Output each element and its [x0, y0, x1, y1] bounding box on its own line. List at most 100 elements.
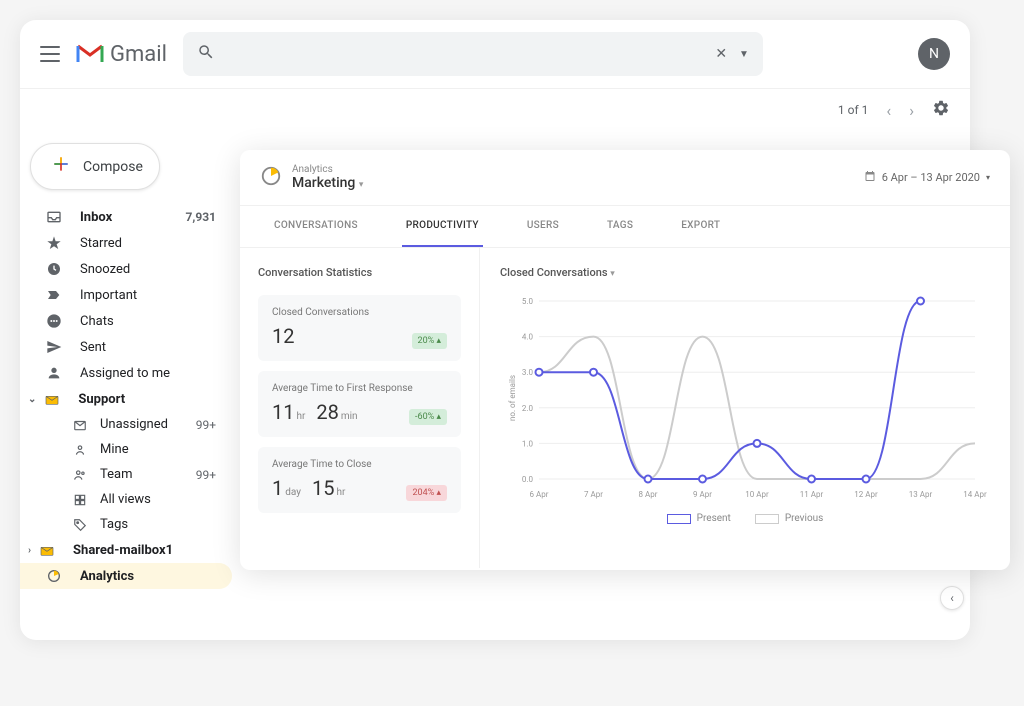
- sidebar-item-all-views[interactable]: All views: [20, 487, 232, 512]
- svg-text:3.0: 3.0: [522, 368, 534, 377]
- nav-icon: [44, 365, 64, 381]
- date-range-picker[interactable]: 6 Apr – 13 Apr 2020 ▾: [864, 170, 990, 185]
- svg-text:4.0: 4.0: [522, 333, 534, 342]
- panel-body: Conversation Statistics Closed Conversat…: [240, 248, 1010, 568]
- panel-header: Analytics Marketing ▾ 6 Apr – 13 Apr 202…: [240, 150, 1010, 206]
- nav-label: Shared-mailbox1: [73, 543, 173, 558]
- nav-icon: [44, 261, 64, 277]
- tab-conversations[interactable]: CONVERSATIONS: [270, 206, 362, 247]
- legend-present: Present: [667, 513, 731, 524]
- toolbar: 1 of 1 ‹ ›: [20, 89, 970, 131]
- stat-label: Average Time to Close: [272, 459, 447, 470]
- collapse-sidepanel-icon[interactable]: ‹: [940, 586, 964, 610]
- search-options-icon[interactable]: ▼: [739, 49, 749, 60]
- account-avatar[interactable]: N: [918, 38, 950, 70]
- tab-productivity[interactable]: PRODUCTIVITY: [402, 206, 483, 247]
- prev-page-icon[interactable]: ‹: [886, 101, 891, 120]
- stats-title: Conversation Statistics: [258, 266, 461, 279]
- page-info: 1 of 1: [838, 103, 868, 117]
- sidebar-item-assigned-to-me[interactable]: Assigned to me: [20, 360, 232, 386]
- settings-gear-icon[interactable]: [932, 99, 950, 121]
- sidebar-item-team[interactable]: Team99+: [20, 462, 232, 487]
- header: Gmail ✕ ▼ N: [20, 20, 970, 89]
- nav-icon: [44, 235, 64, 251]
- sidebar-item-shared-mailbox1[interactable]: › Shared-mailbox1: [20, 537, 232, 563]
- compose-label: Compose: [83, 159, 143, 175]
- chart-column: Closed Conversations ▾ 0.01.02.03.04.05.…: [480, 248, 1010, 568]
- nav-icon: [44, 339, 64, 355]
- svg-text:0.0: 0.0: [522, 475, 534, 484]
- sidebar-item-sent[interactable]: Sent: [20, 334, 232, 360]
- stats-column: Conversation Statistics Closed Conversat…: [240, 248, 480, 568]
- legend-previous: Previous: [755, 513, 824, 524]
- nav-label: Assigned to me: [80, 366, 170, 381]
- next-page-icon[interactable]: ›: [909, 101, 914, 120]
- sidebar-item-mine[interactable]: Mine: [20, 437, 232, 462]
- sidebar-item-support[interactable]: ⌄Support: [20, 386, 232, 412]
- tab-export[interactable]: EXPORT: [677, 206, 724, 247]
- nav-icon: [42, 391, 62, 407]
- chevron-down-icon: ⌄: [28, 394, 36, 405]
- line-chart: 0.01.02.03.04.05.0no. of emails6 Apr7 Ap…: [500, 293, 990, 503]
- stat-badge: -60% ▴: [409, 409, 447, 425]
- svg-text:7 Apr: 7 Apr: [584, 490, 603, 499]
- svg-text:10 Apr: 10 Apr: [745, 490, 769, 499]
- tab-users[interactable]: USERS: [523, 206, 563, 247]
- nav-label: Inbox: [80, 210, 112, 225]
- gmail-logo[interactable]: Gmail: [76, 42, 167, 67]
- search-icon: [197, 43, 215, 66]
- nav-icon: [70, 443, 90, 457]
- sidebar: Compose Inbox7,931Starred Snoozed Importan…: [20, 131, 240, 597]
- sidebar-item-important[interactable]: Important: [20, 282, 232, 308]
- legend-swatch-present: [667, 514, 691, 524]
- chevron-down-icon: ▾: [610, 269, 615, 279]
- nav-label: Snoozed: [80, 262, 130, 277]
- tab-tags[interactable]: TAGS: [603, 206, 637, 247]
- stat-badge: 20% ▴: [412, 333, 447, 349]
- nav-label: All views: [100, 492, 151, 507]
- legend-swatch-previous: [755, 514, 779, 524]
- nav-icon: [70, 468, 90, 482]
- nav-label: Team: [100, 467, 133, 482]
- sidebar-item-analytics[interactable]: Analytics: [20, 563, 232, 589]
- sidebar-item-chats[interactable]: Chats: [20, 308, 232, 334]
- search-bar[interactable]: ✕ ▼: [183, 32, 763, 76]
- analytics-panel: Analytics Marketing ▾ 6 Apr – 13 Apr 202…: [240, 150, 1010, 570]
- analytics-pie-icon: [260, 165, 282, 191]
- compose-button[interactable]: Compose: [30, 143, 160, 190]
- panel-breadcrumb: Analytics: [292, 164, 363, 175]
- svg-text:14 Apr: 14 Apr: [963, 490, 987, 499]
- sidebar-item-starred[interactable]: Starred: [20, 230, 232, 256]
- plus-icon: [51, 154, 71, 179]
- sidebar-item-unassigned[interactable]: Unassigned 99+: [20, 412, 232, 437]
- stat-value: 11hr 28min: [272, 400, 364, 424]
- sidebar-item-snoozed[interactable]: Snoozed: [20, 256, 232, 282]
- panel-section-dropdown[interactable]: Marketing ▾: [292, 175, 363, 191]
- nav-icon: [44, 568, 64, 584]
- hamburger-menu-icon[interactable]: [40, 46, 60, 62]
- chart-title-dropdown[interactable]: Closed Conversations ▾: [500, 266, 990, 279]
- svg-text:8 Apr: 8 Apr: [639, 490, 658, 499]
- nav-icon: [70, 493, 90, 507]
- nav-label: Unassigned: [100, 417, 168, 432]
- chevron-down-icon: ▾: [986, 173, 990, 182]
- calendar-icon: [864, 170, 876, 185]
- nav-icon: [44, 313, 64, 329]
- svg-text:1.0: 1.0: [522, 439, 534, 448]
- stat-label: Average Time to First Response: [272, 383, 447, 394]
- nav-count: 99+: [196, 418, 216, 432]
- svg-text:11 Apr: 11 Apr: [800, 490, 824, 499]
- svg-text:9 Apr: 9 Apr: [693, 490, 712, 499]
- clear-search-icon[interactable]: ✕: [715, 46, 727, 62]
- sidebar-item-tags[interactable]: Tags: [20, 512, 232, 537]
- nav-icon: [37, 542, 57, 558]
- svg-text:no. of emails: no. of emails: [508, 375, 517, 421]
- nav-list: Inbox7,931Starred Snoozed ImportantChats Se…: [20, 204, 240, 589]
- nav-label: Sent: [80, 340, 106, 355]
- nav-icon: [44, 287, 64, 303]
- stat-card: Average Time to Close1day 15hr204% ▴: [258, 447, 461, 513]
- nav-label: Mine: [100, 442, 129, 457]
- chevron-right-icon: ›: [28, 545, 31, 556]
- sidebar-item-inbox[interactable]: Inbox7,931: [20, 204, 232, 230]
- svg-text:2.0: 2.0: [522, 404, 534, 413]
